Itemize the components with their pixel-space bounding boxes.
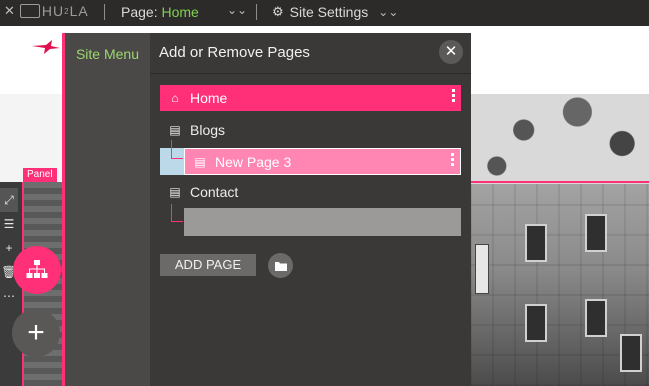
window: [525, 304, 547, 342]
more-icon[interactable]: ⋯: [0, 284, 18, 308]
page-item-label: New Page 3: [215, 153, 292, 170]
window: [585, 299, 607, 337]
hu2la-logo[interactable]: ✕ HU 2 LA: [4, 3, 89, 19]
page-item-label: Blogs: [190, 122, 226, 138]
page-item-label: Home: [190, 90, 228, 106]
page-item-label: Contact: [190, 184, 239, 200]
home-icon: ⌂: [171, 91, 179, 105]
trees-image: [470, 94, 649, 184]
panel-title: Add or Remove Pages: [159, 44, 310, 61]
site-settings-label: Site Settings: [289, 4, 369, 20]
tab-site-menu[interactable]: Site Menu: [65, 33, 150, 75]
page-item-home[interactable]: ⌂ Home: [160, 85, 461, 111]
add-element-button[interactable]: +: [12, 309, 60, 357]
window: [620, 334, 642, 372]
add-folder-button[interactable]: [268, 253, 293, 278]
folder-icon: [274, 261, 287, 271]
sitemap-button[interactable]: [13, 246, 61, 294]
site-menu-sidebar: Site Menu: [65, 33, 150, 386]
gear-icon: ⚙: [272, 4, 284, 19]
divider: [150, 73, 471, 74]
chevron-down-icon: ⌄⌄: [378, 5, 399, 19]
section-border: [470, 181, 649, 183]
page-label: Page:: [121, 4, 158, 20]
chevron-down-icon[interactable]: ⌄⌄: [227, 3, 247, 17]
building-photo: [470, 94, 649, 386]
close-editor-icon[interactable]: ✕: [4, 3, 16, 19]
more-options-icon[interactable]: [452, 89, 455, 102]
window: [585, 214, 607, 252]
hummingbird-logo-icon: [32, 40, 60, 54]
document-icon: ▤: [169, 123, 181, 137]
window: [525, 224, 547, 262]
expand-icon[interactable]: ⤢: [0, 188, 18, 212]
sliders-icon[interactable]: ☰: [0, 212, 18, 236]
logo-text: HU: [41, 3, 65, 19]
page-selector[interactable]: Page: Home: [121, 4, 199, 20]
tree-connector: [171, 140, 183, 159]
plus-icon: +: [27, 316, 45, 349]
more-options-icon[interactable]: [451, 153, 454, 166]
add-page-button[interactable]: ADD PAGE: [160, 254, 256, 276]
panel-tools: ⤢ ☰ + 🗑 ⋯: [0, 188, 18, 308]
document-icon: ▤: [169, 185, 181, 199]
document-icon: ▤: [194, 154, 206, 169]
plus-icon[interactable]: +: [0, 236, 18, 260]
chat-bubble-icon: [19, 4, 40, 18]
page-item-contact[interactable]: ▤ Contact: [160, 179, 461, 205]
sitemap-icon: [26, 260, 48, 278]
drop-placeholder[interactable]: [184, 208, 461, 236]
hotel-sign: [475, 244, 489, 294]
page-value: Home: [161, 4, 199, 20]
tree-connector: [171, 204, 183, 222]
top-bar: ✕ HU 2 LA Page: Home ⌄⌄ ⚙ Site Settings ⌄⌄: [0, 0, 649, 26]
panel-tag[interactable]: Panel: [23, 168, 57, 182]
divider: [104, 4, 105, 20]
logo-text-2: LA: [69, 3, 89, 19]
divider: [256, 4, 257, 20]
page-item-blogs[interactable]: ▤ Blogs: [160, 117, 461, 143]
page-item-new-page-3[interactable]: ▤ New Page 3: [184, 148, 461, 175]
close-icon: ✕: [444, 43, 458, 60]
site-settings-button[interactable]: ⚙ Site Settings ⌄⌄: [272, 4, 398, 20]
close-button[interactable]: ✕: [439, 40, 463, 64]
